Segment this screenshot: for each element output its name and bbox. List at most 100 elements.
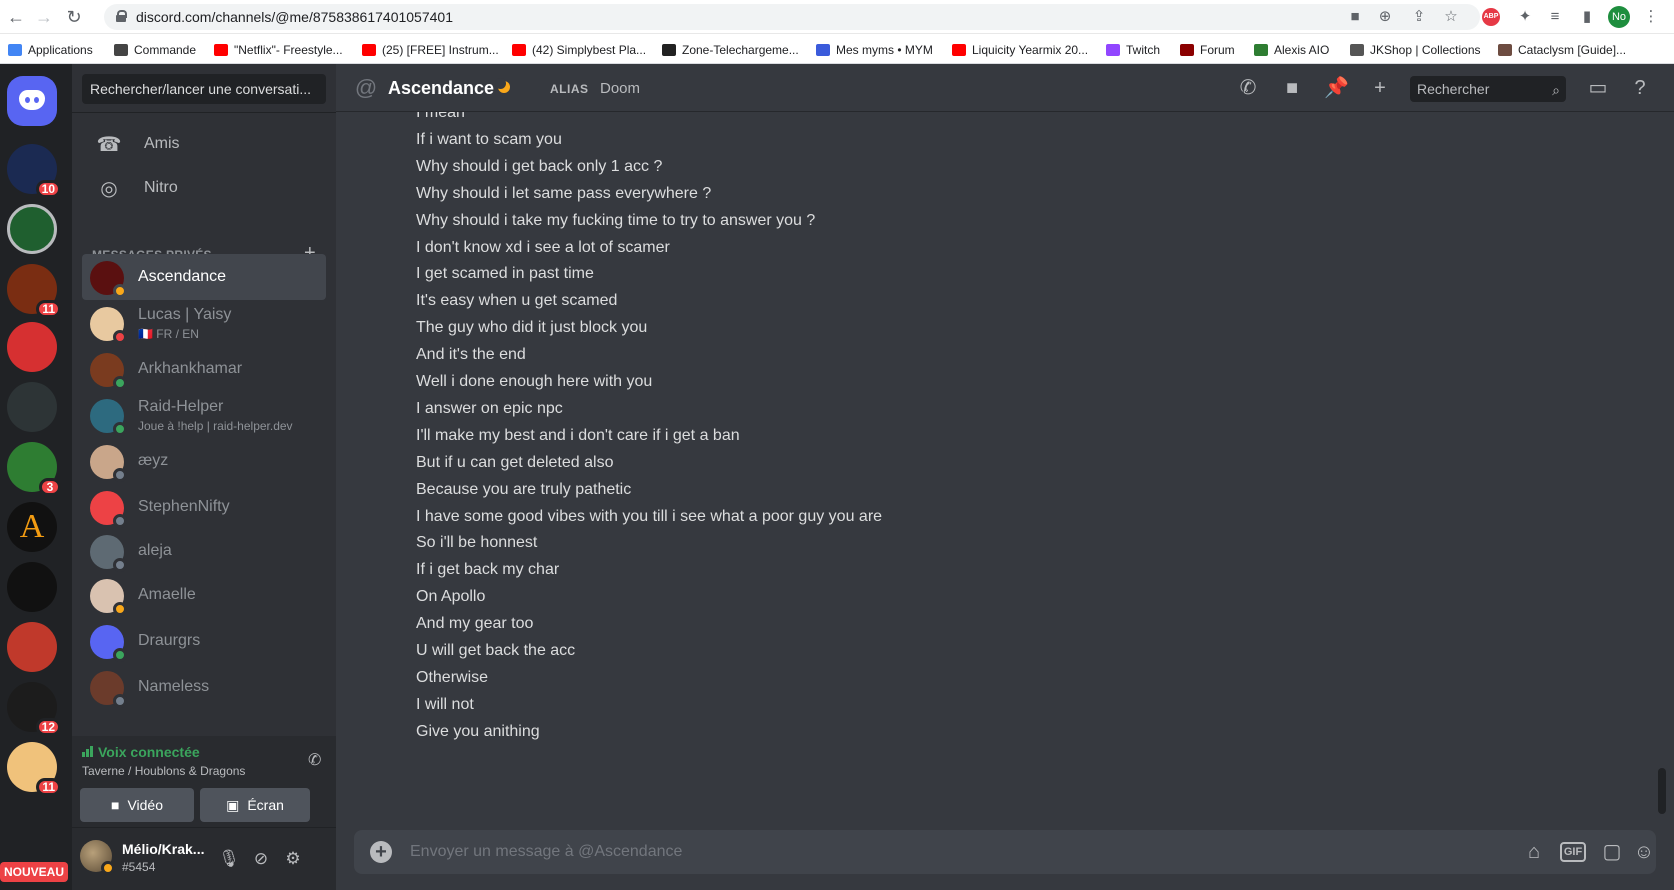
add-friend-icon[interactable]: +	[1368, 76, 1392, 100]
url-text[interactable]: discord.com/channels/@me/875838617401057…	[136, 9, 453, 25]
dm-item[interactable]: Lucas | Yaisy 🇫🇷 FR / EN	[82, 300, 326, 346]
bookmark-item[interactable]: Liquicity Yearmix 20...	[952, 41, 1088, 59]
server-icon[interactable]	[7, 622, 57, 672]
profile-avatar[interactable]: No	[1608, 6, 1630, 28]
video-call-icon[interactable]: ■	[1280, 76, 1304, 100]
server-icon[interactable]	[7, 322, 57, 372]
gift-icon[interactable]: ⌂	[1522, 840, 1546, 864]
bookmark-item[interactable]: Cataclysm [Guide]...	[1498, 41, 1626, 59]
server-icon[interactable]: 10	[7, 144, 61, 198]
gear-icon[interactable]: ⚙	[282, 848, 304, 870]
server-initial: A	[19, 508, 45, 545]
camera-blocked-icon[interactable]: ■	[1344, 6, 1366, 28]
bookmark-item[interactable]: Zone-Telechargeme...	[662, 41, 799, 59]
bookmark-star-icon[interactable]: ☆	[1440, 6, 1462, 28]
discord-logo-icon	[19, 90, 45, 110]
mention-badge: 11	[36, 778, 61, 796]
emoji-icon[interactable]: ☺	[1632, 840, 1656, 864]
inbox-icon[interactable]: ▭	[1586, 76, 1610, 100]
voice-channel[interactable]: Taverne / Houblons & Dragons	[82, 764, 245, 778]
share-icon[interactable]: ⇪	[1408, 6, 1430, 28]
new-badge[interactable]: NOUVEAU	[0, 862, 68, 882]
dm-item[interactable]: aleja	[82, 528, 326, 574]
dm-name: æyz	[138, 452, 169, 469]
dm-item[interactable]: Nameless	[82, 664, 326, 710]
screen-share-button[interactable]: ▣ Écran	[200, 788, 310, 822]
mic-muted-icon[interactable]: 🎙	[218, 848, 240, 870]
bookmark-item[interactable]: JKShop | Collections	[1350, 41, 1481, 59]
server-icon[interactable]: 11	[7, 742, 61, 796]
dm-item[interactable]: Raid-Helper Joue à !help | raid-helper.de…	[82, 392, 326, 438]
sticker-icon[interactable]: ▢	[1600, 840, 1624, 864]
dm-sidebar: Rechercher/lancer une conversati... ☎ Am…	[72, 64, 336, 890]
menu-icon[interactable]: ⋮	[1640, 6, 1662, 28]
message-line: Well i done enough here with you	[416, 373, 653, 390]
server-icon[interactable]: 11	[7, 264, 61, 318]
avatar	[90, 307, 127, 344]
voice-status[interactable]: Voix connectée	[82, 744, 200, 760]
message-line: I have some good vibes with you till i s…	[416, 508, 883, 525]
help-icon[interactable]: ?	[1628, 76, 1652, 100]
message-list: I mean If i want to scam you Why should i …	[336, 112, 1674, 812]
forward-icon[interactable]: →	[32, 5, 56, 29]
server-icon[interactable]	[7, 204, 57, 254]
bookmark-item[interactable]: Mes myms • MYM	[816, 41, 933, 59]
message-line: I mean	[416, 112, 465, 121]
scrollbar[interactable]	[1658, 768, 1666, 814]
server-icon[interactable]: 3	[7, 442, 61, 496]
headphones-muted-icon[interactable]: ⊘	[250, 848, 272, 870]
home-button[interactable]	[7, 76, 57, 126]
bookmark-item[interactable]: Twitch	[1106, 41, 1160, 59]
bookmark-item[interactable]: Applications	[8, 41, 93, 59]
dm-item[interactable]: StephenNifty	[82, 484, 326, 530]
at-icon: @	[354, 75, 378, 100]
status-indicator	[113, 602, 127, 616]
message-line: Give you anithing	[416, 723, 540, 740]
video-button[interactable]: ■ Vidéo	[80, 788, 194, 822]
message-line: If i want to scam you	[416, 131, 562, 148]
reading-list-icon[interactable]: ≡	[1544, 6, 1566, 28]
bookmark-item[interactable]: (25) [FREE] Instrum...	[362, 41, 499, 59]
message-input[interactable]	[410, 830, 1460, 874]
reload-icon[interactable]: ↻	[62, 5, 86, 29]
avatar	[90, 445, 127, 482]
server-icon[interactable]	[7, 562, 57, 612]
disconnect-icon[interactable]: ✆	[308, 750, 321, 770]
message-line: I get scamed in past time	[416, 265, 594, 282]
nav-nitro[interactable]: ◎ Nitro	[82, 168, 326, 210]
avatar[interactable]	[80, 840, 115, 875]
message-line: I'll make my best and i don't care if i …	[416, 427, 740, 444]
dm-item[interactable]: Amaelle	[82, 572, 326, 618]
avatar	[90, 399, 127, 436]
channel-search-input[interactable]: Rechercher ⌕	[1410, 76, 1566, 102]
camera-icon: ■	[110, 797, 120, 813]
upload-plus-icon[interactable]: +	[370, 841, 392, 863]
bookmark-item[interactable]: Forum	[1180, 41, 1235, 59]
bookmark-item[interactable]: Commande	[114, 41, 196, 59]
server-icon[interactable]: A	[7, 502, 57, 552]
bookmark-favicon	[662, 44, 676, 56]
dm-item[interactable]: Arkhankhamar	[82, 346, 326, 392]
side-panel-icon[interactable]: ▮	[1576, 6, 1598, 28]
address-bar[interactable]: discord.com/channels/@me/875838617401057…	[104, 4, 1480, 30]
zoom-icon[interactable]: ⊕	[1374, 6, 1396, 28]
alias-label: ALIAS	[550, 82, 589, 96]
dm-search-input[interactable]: Rechercher/lancer une conversati...	[82, 74, 326, 104]
back-icon[interactable]: ←	[4, 5, 28, 29]
avatar	[90, 535, 127, 572]
extensions-icon[interactable]: ✦	[1514, 6, 1536, 28]
gif-icon[interactable]: GIF	[1560, 842, 1586, 862]
call-icon[interactable]: ✆	[1236, 76, 1260, 100]
dm-item[interactable]: Ascendance	[82, 254, 326, 300]
server-icon[interactable]	[7, 382, 57, 432]
bookmark-item[interactable]: "Netflix"- Freestyle...	[214, 41, 343, 59]
adblock-icon[interactable]: ABP	[1482, 8, 1500, 26]
nav-friends[interactable]: ☎ Amis	[82, 124, 326, 166]
dm-activity: 🇫🇷 FR / EN	[138, 327, 199, 341]
bookmark-item[interactable]: Alexis AIO	[1254, 41, 1329, 59]
bookmark-item[interactable]: (42) Simplybest Pla...	[512, 41, 646, 59]
dm-item[interactable]: Draurgrs	[82, 618, 326, 664]
pin-icon[interactable]: 📌	[1324, 76, 1349, 100]
server-icon[interactable]: 12	[7, 682, 61, 736]
dm-item[interactable]: æyz	[82, 438, 326, 484]
